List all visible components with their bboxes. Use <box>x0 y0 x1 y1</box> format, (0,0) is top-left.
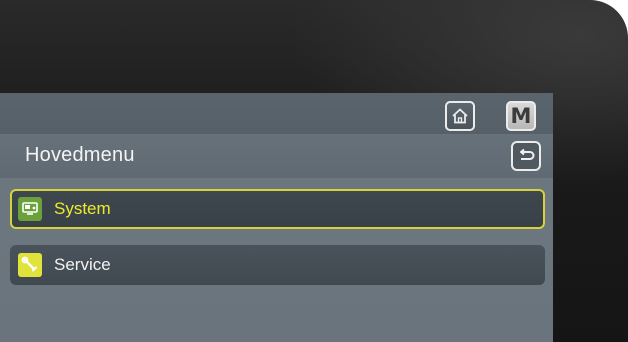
title-row: Hovedmenu <box>0 134 553 178</box>
wrench-icon <box>18 253 42 277</box>
back-arrow-icon <box>520 148 535 160</box>
touch-screen: M Hovedmenu System Service <box>0 93 553 342</box>
page-title: Hovedmenu <box>25 144 135 166</box>
home-button[interactable] <box>445 101 475 131</box>
menu-item-label: System <box>54 199 111 218</box>
back-button[interactable] <box>511 141 541 171</box>
menu-item-service[interactable]: Service <box>10 245 545 285</box>
system-icon <box>18 197 42 221</box>
top-bar: M <box>0 93 553 134</box>
mode-button[interactable]: M <box>506 101 536 131</box>
menu-item-label: Service <box>54 255 111 274</box>
device-bezel: M Hovedmenu System Service <box>0 0 628 342</box>
home-icon <box>452 108 468 124</box>
mode-button-label: M <box>510 103 532 128</box>
menu-item-system[interactable]: System <box>10 189 545 229</box>
